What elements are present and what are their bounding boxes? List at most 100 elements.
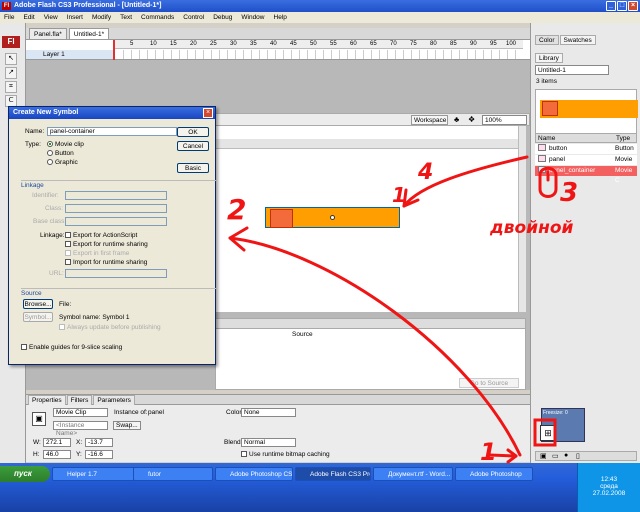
blend-label: Blend: [224,439,243,446]
checkbox-icon[interactable] [65,259,71,265]
minimize-icon[interactable]: _ [606,1,616,11]
menu-edit[interactable]: Edit [23,12,34,23]
ok-button[interactable]: OK [177,127,209,137]
checkbox-label: Enable guides for 9-slice scaling [29,344,123,351]
tab-library[interactable]: Library [535,53,563,63]
library-item-name: button [549,145,568,152]
tab-color[interactable]: Color [535,35,559,45]
height-field[interactable]: 46.0 [43,450,71,459]
dialog-close-icon[interactable]: × [203,108,213,118]
import-runtime-checkbox[interactable]: Import for runtime sharing [65,258,147,267]
selection-tool-icon[interactable]: ↖ [5,53,17,65]
width-field[interactable]: 272.1 [43,438,71,447]
subselection-tool-icon[interactable]: ↗ [5,67,17,79]
nine-slice-checkbox[interactable]: Enable guides for 9-slice scaling [21,343,122,352]
x-field[interactable]: -13.7 [85,438,113,447]
edit-scene-icon[interactable]: ❖ [468,115,475,124]
checkbox-icon[interactable] [21,344,27,350]
library-item[interactable]: button Button [535,144,637,154]
zoom-select[interactable]: 100% [482,115,527,125]
properties-icon[interactable]: ● [564,452,568,459]
instance-of-value: panel [148,409,164,416]
radio-icon[interactable] [47,150,53,156]
annotation-number-3: 3 [560,178,579,208]
symbol-type-select[interactable]: Movie Clip [53,408,108,417]
export-first-frame-checkbox[interactable]: Export in first frame [65,249,129,258]
symbol-name-input[interactable]: panel-container [47,127,177,136]
menu-view[interactable]: View [44,12,58,23]
basic-button[interactable]: Basic [177,163,209,173]
close-icon[interactable]: × [628,1,638,11]
menu-insert[interactable]: Insert [67,12,83,23]
checkbox-icon[interactable] [59,324,65,330]
identifier-input[interactable] [65,191,167,200]
tab-parameters[interactable]: Parameters [93,395,135,405]
menu-text[interactable]: Text [120,12,132,23]
blend-select[interactable]: Normal [241,438,296,447]
type-button-radio[interactable]: Button [47,149,74,158]
swap-button[interactable]: Swap... [113,421,141,430]
export-actionscript-checkbox[interactable]: Export for ActionScript [65,231,137,240]
radio-selected-icon[interactable] [47,141,53,147]
radio-icon[interactable] [47,159,53,165]
playhead[interactable] [113,40,115,60]
menu-modify[interactable]: Modify [92,12,111,23]
ruler-tick: 5 [130,41,134,47]
type-column[interactable]: Type [616,134,630,143]
taskbar-button[interactable]: Helper 1.7 [52,467,136,481]
library-item-selected[interactable]: panel_container Movie C [535,166,637,184]
always-update-checkbox[interactable]: Always update before publishing [59,323,161,332]
menu-commands[interactable]: Commands [141,12,174,23]
color-select[interactable]: None [241,408,296,417]
cancel-button[interactable]: Cancel [177,141,209,151]
menu-window[interactable]: Window [241,12,264,23]
clock-time: 12:43 [600,476,618,483]
bitmap-caching-checkbox[interactable]: Use runtime bitmap caching [241,450,330,459]
frame-cells[interactable] [116,50,523,59]
tab-untitled-1[interactable]: Untitled-1* [68,28,110,39]
tab-swatches[interactable]: Swatches [559,35,596,45]
name-column[interactable]: Name [536,135,555,142]
new-symbol-icon[interactable]: ⊞ [540,425,556,441]
symbol-button[interactable]: Symbol... [23,312,53,322]
library-document-select[interactable]: Untitled-1 [535,65,609,75]
menu-help[interactable]: Help [274,12,287,23]
menu-control[interactable]: Control [183,12,204,23]
tab-properties[interactable]: Properties [28,395,66,405]
menu-file[interactable]: File [4,12,14,23]
class-input[interactable] [65,204,167,213]
delete-icon[interactable]: ▯ [576,452,580,460]
go-to-source-button[interactable]: Go to Source [459,378,519,388]
maximize-icon[interactable]: □ [617,1,627,11]
tab-filters[interactable]: Filters [66,395,93,405]
y-field[interactable]: -16.6 [85,450,113,459]
taskbar-button[interactable]: futor [133,467,213,481]
width-label: W: [33,439,41,446]
taskbar-button[interactable]: Документ.rtf - Word... [373,467,453,481]
type-graphic-radio[interactable]: Graphic [47,158,78,167]
new-folder-icon[interactable]: ▭ [552,452,559,460]
browse-button[interactable]: Browse... [23,299,53,309]
checkbox-icon[interactable] [65,241,71,247]
type-movie-clip-radio[interactable]: Movie clip [47,140,84,149]
layer-name[interactable]: Layer 1 [26,50,113,59]
taskbar-button[interactable]: Adobe Photoshop [455,467,533,481]
checkbox-icon[interactable] [65,232,71,238]
instance-name-input[interactable]: <Instance Name> [53,421,108,437]
tab-panel-fla[interactable]: Panel.fla* [29,28,67,39]
url-input[interactable] [65,269,167,278]
start-button[interactable]: пуск [0,466,50,482]
new-symbol-button-icon[interactable]: ▣ [540,452,547,460]
library-item[interactable]: panel Movie c [535,155,637,173]
library-item-type: Button [615,145,634,152]
free-transform-tool-icon[interactable]: ⌗ [5,81,17,93]
menu-debug[interactable]: Debug [213,12,232,23]
checkbox-icon[interactable] [241,451,247,457]
taskbar-button[interactable]: Adobe Flash CS3 Prof... [295,467,371,481]
base-class-input[interactable] [65,217,167,226]
taskbar-button[interactable]: Adobe Photoshop CS... [215,467,293,481]
export-runtime-checkbox[interactable]: Export for runtime sharing [65,240,148,249]
edit-symbols-icon[interactable]: ♣ [454,115,459,124]
checkbox-icon[interactable] [65,250,71,256]
workspace-button[interactable]: Workspace ▾ [411,115,448,134]
